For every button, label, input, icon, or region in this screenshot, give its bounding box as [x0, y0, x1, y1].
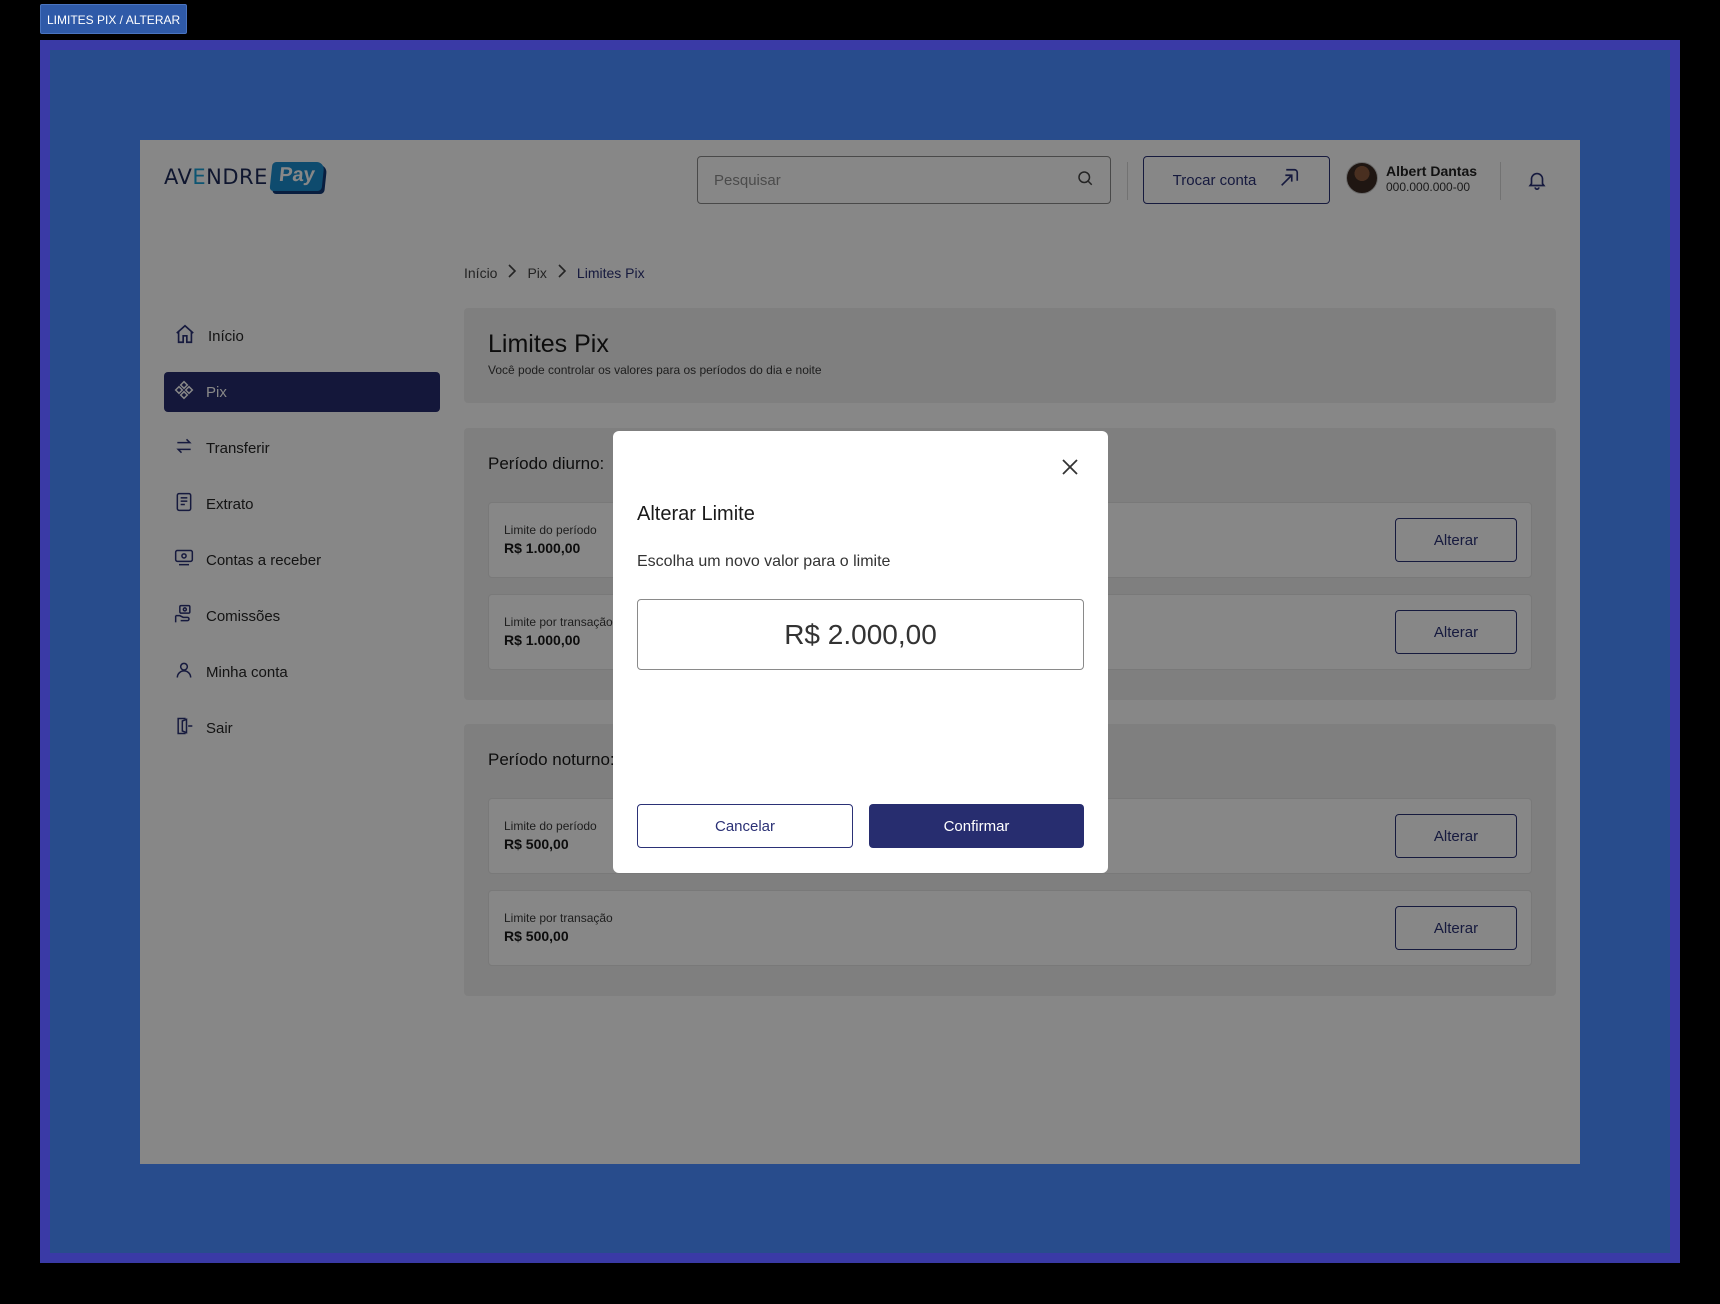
- alter-limit-modal: Alterar Limite Escolha um novo valor par…: [613, 431, 1108, 873]
- app-window: AVENDRE Pay Trocar conta Albert Dantas 0…: [140, 140, 1580, 1164]
- modal-title: Alterar Limite: [637, 503, 755, 525]
- frame-label: LIMITES PIX / ALTERAR: [40, 4, 188, 34]
- cancel-button[interactable]: Cancelar: [637, 804, 853, 848]
- modal-subtitle: Escolha um novo valor para o limite: [637, 553, 891, 570]
- close-icon[interactable]: [1058, 455, 1082, 479]
- confirm-button[interactable]: Confirmar: [869, 804, 1084, 848]
- limit-value-input[interactable]: [637, 599, 1084, 670]
